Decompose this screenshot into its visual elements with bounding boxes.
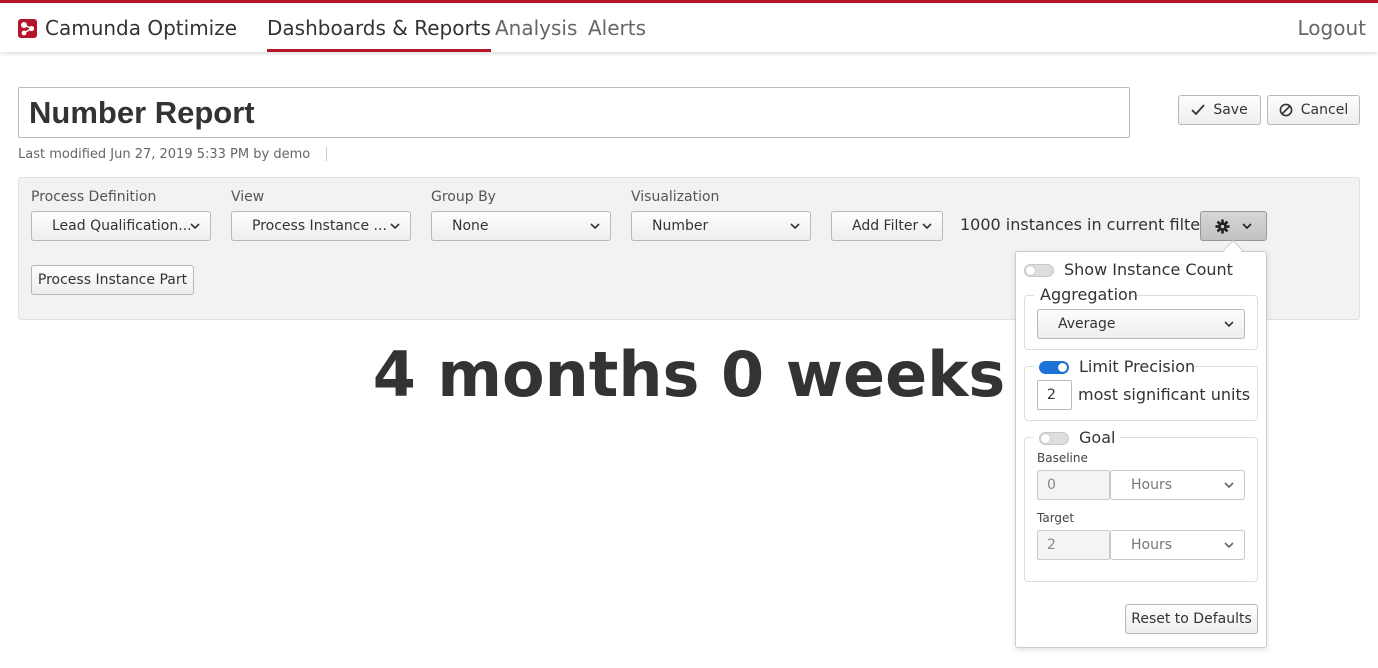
process-definition-dropdown[interactable]: Lead Qualification... [31, 211, 211, 241]
group-by-label: Group By [431, 189, 496, 205]
save-button-label: Save [1213, 102, 1248, 118]
goal-label: Goal [1079, 428, 1116, 447]
aggregation-dropdown[interactable]: Average [1037, 309, 1245, 339]
add-filter-dropdown[interactable]: Add Filter [831, 211, 943, 241]
process-instance-part-label: Process Instance Part [37, 272, 188, 288]
precision-input[interactable]: 2 [1037, 380, 1072, 410]
chevron-down-icon [790, 223, 800, 230]
cancel-button-label: Cancel [1300, 102, 1349, 118]
process-definition-value: Lead Qualification... [52, 218, 192, 234]
show-instance-count-toggle[interactable] [1024, 264, 1054, 277]
reset-to-defaults-label: Reset to Defaults [1131, 611, 1252, 627]
aggregation-value: Average [1058, 316, 1116, 332]
nav-alerts[interactable]: Alerts [588, 6, 646, 52]
cancel-button[interactable]: Cancel [1267, 95, 1360, 125]
chevron-down-icon [190, 223, 200, 230]
group-by-value: None [452, 218, 489, 234]
report-title-input[interactable]: Number Report [18, 87, 1130, 138]
visualization-label: Visualization [631, 189, 720, 205]
chevron-down-icon [590, 223, 600, 230]
view-label: View [231, 189, 265, 205]
ban-icon [1279, 103, 1293, 117]
view-dropdown[interactable]: Process Instance ... [231, 211, 411, 241]
brand[interactable]: Camunda Optimize [18, 13, 237, 43]
save-button[interactable]: Save [1178, 95, 1261, 125]
process-definition-label: Process Definition [31, 189, 157, 205]
top-navigation-bar: Camunda Optimize Dashboards & Reports An… [0, 0, 1378, 52]
limit-precision-label: Limit Precision [1079, 357, 1196, 376]
camunda-logo-icon [18, 18, 37, 38]
last-modified-info: Last modified Jun 27, 2019 5:33 PM by de… [18, 145, 328, 163]
target-unit-dropdown[interactable]: Hours [1110, 530, 1245, 560]
group-by-dropdown[interactable]: None [431, 211, 611, 241]
meta-divider [326, 147, 328, 161]
chevron-down-icon [1224, 482, 1234, 489]
configuration-button[interactable] [1200, 211, 1267, 241]
last-modified-text: Last modified Jun 27, 2019 5:33 PM by de… [18, 146, 311, 162]
baseline-unit-dropdown[interactable]: Hours [1110, 470, 1245, 500]
target-unit-value: Hours [1131, 537, 1173, 553]
chevron-down-icon [1242, 223, 1252, 230]
toggle-knob [1041, 434, 1050, 443]
chevron-down-icon [390, 223, 400, 230]
show-instance-count-label: Show Instance Count [1064, 260, 1233, 279]
aggregation-legend: Aggregation [1040, 285, 1138, 304]
target-input[interactable]: 2 [1037, 530, 1110, 560]
chevron-down-icon [1224, 321, 1234, 328]
visualization-value: Number [652, 218, 709, 234]
precision-suffix: most significant units [1078, 385, 1251, 404]
chevron-down-icon [922, 223, 932, 230]
nav-dashboards-reports[interactable]: Dashboards & Reports [267, 6, 491, 52]
chevron-down-icon [1224, 542, 1234, 549]
target-label: Target [1037, 511, 1075, 525]
brand-name: Camunda Optimize [45, 16, 238, 40]
view-value: Process Instance ... [252, 218, 387, 234]
instance-count-text: 1000 instances in current filter [960, 215, 1207, 234]
reset-to-defaults-button[interactable]: Reset to Defaults [1125, 604, 1258, 634]
logout-link[interactable]: Logout [1298, 6, 1366, 52]
check-icon [1191, 104, 1205, 116]
limit-precision-toggle[interactable] [1039, 361, 1069, 374]
baseline-input[interactable]: 0 [1037, 470, 1110, 500]
visualization-dropdown[interactable]: Number [631, 211, 811, 241]
nav-analysis[interactable]: Analysis [495, 6, 577, 52]
gear-icon [1215, 218, 1230, 234]
baseline-label: Baseline [1037, 451, 1088, 465]
add-filter-label: Add Filter [852, 218, 919, 234]
baseline-unit-value: Hours [1131, 477, 1173, 493]
toggle-knob [1058, 363, 1067, 372]
goal-toggle[interactable] [1039, 432, 1069, 445]
process-instance-part-button[interactable]: Process Instance Part [31, 265, 194, 295]
toggle-knob [1026, 266, 1035, 275]
